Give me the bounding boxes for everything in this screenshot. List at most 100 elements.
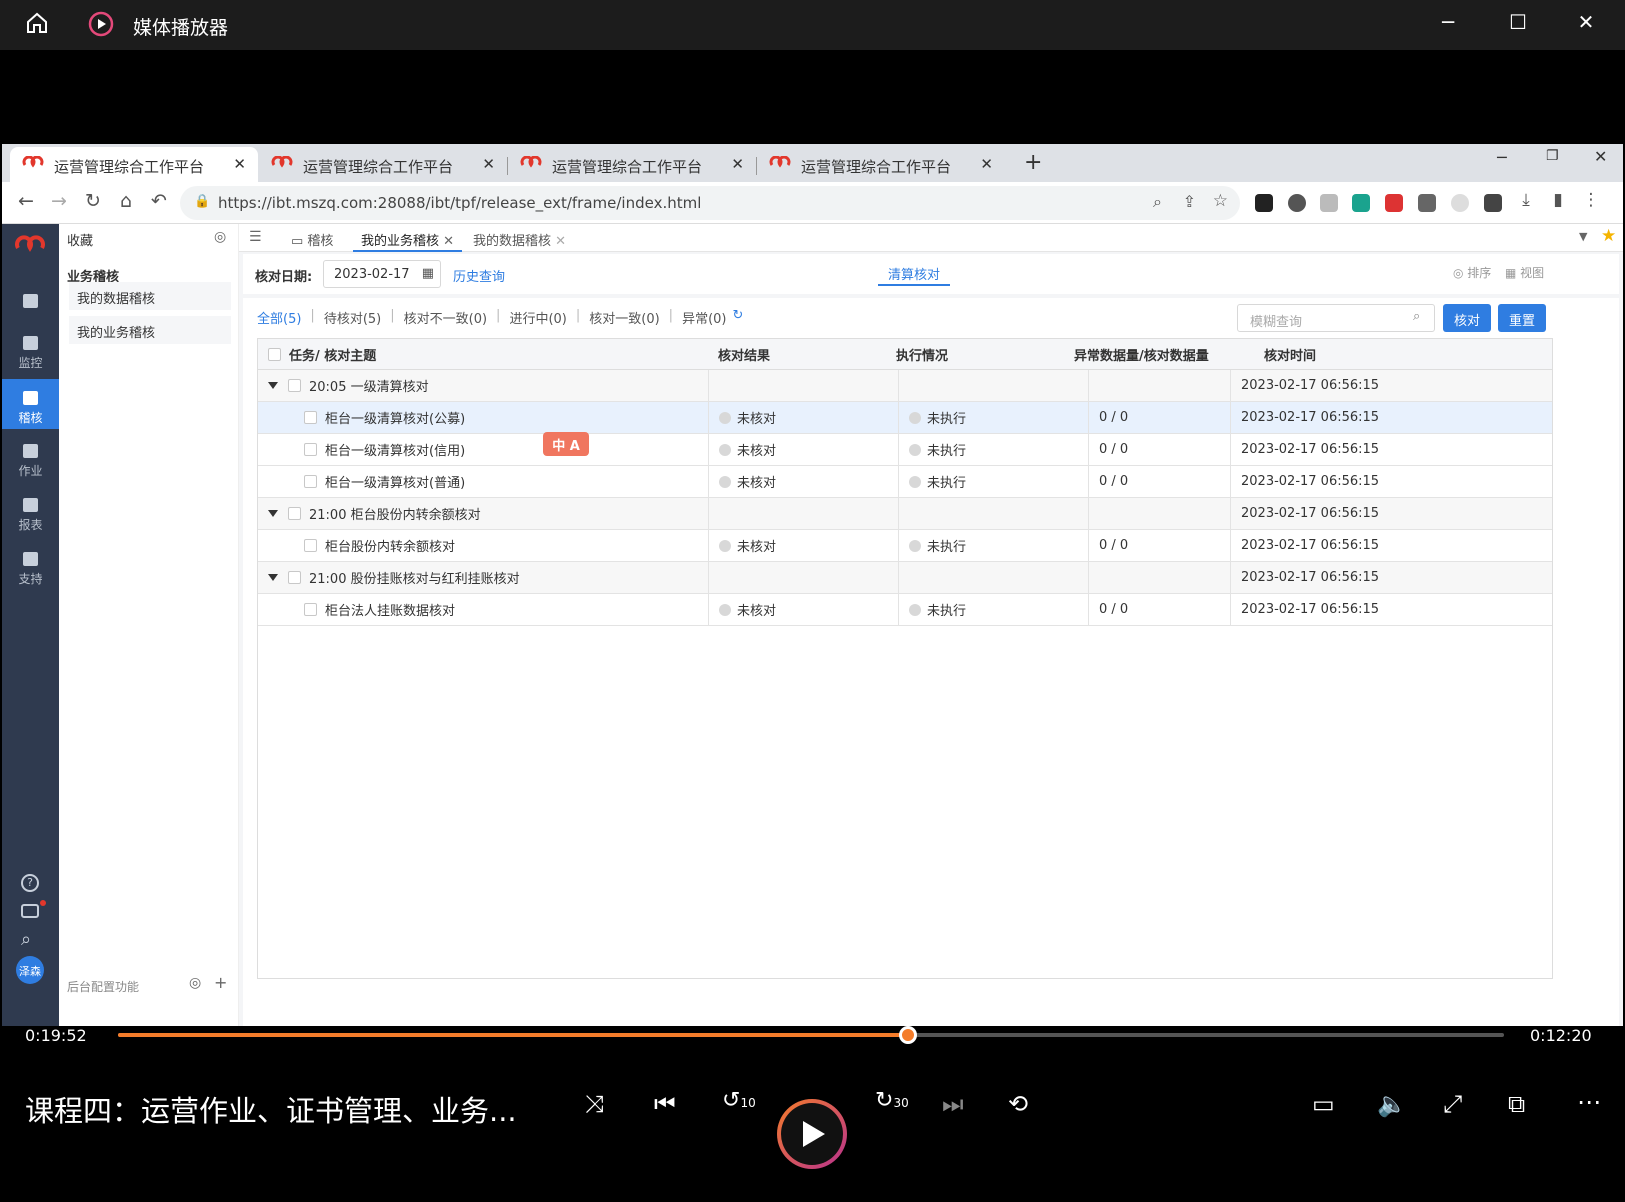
view-button[interactable]: ▦ 视图: [1505, 264, 1544, 281]
date-picker[interactable]: 2023-02-17 ▦: [323, 260, 441, 288]
row-checkbox[interactable]: [288, 507, 301, 520]
new-tab-button[interactable]: +: [1024, 150, 1042, 175]
table-row[interactable]: 柜台一级清算核对(普通) 未核对 未执行 0 / 0 2023-02-17 06…: [258, 466, 1552, 498]
table-row[interactable]: 柜台一级清算核对(信用) 未核对 未执行 0 / 0 2023-02-17 06…: [258, 434, 1552, 466]
minimize-button[interactable]: ─: [1430, 10, 1466, 34]
page-tab-my-business-audit[interactable]: 我的业务稽核 ✕: [353, 224, 463, 252]
row-checkbox[interactable]: [288, 379, 301, 392]
extension-icon[interactable]: [1418, 194, 1436, 212]
page-tab-my-data-audit[interactable]: 我的数据稽核 ✕: [465, 224, 574, 252]
table-row-group[interactable]: 21:00 股份挂账核对与红利挂账核对 2023-02-17 06:56:15: [258, 562, 1552, 594]
star-icon[interactable]: ★: [1601, 226, 1616, 246]
subtitles-icon[interactable]: ▭: [1312, 1090, 1335, 1118]
repeat-off-icon[interactable]: ⟲: [1008, 1090, 1028, 1118]
forward-icon[interactable]: →: [45, 190, 73, 212]
expand-caret-icon[interactable]: [268, 510, 278, 517]
close-tab-icon[interactable]: ✕: [443, 234, 454, 249]
table-row[interactable]: 柜台法人挂账数据核对 未核对 未执行 0 / 0 2023-02-17 06:5…: [258, 594, 1552, 626]
bookmark-star-icon[interactable]: ☆: [1213, 191, 1228, 211]
page-tab-audit[interactable]: ▭ 稽核: [283, 224, 341, 252]
nav-support[interactable]: 支持: [2, 540, 59, 590]
address-bar[interactable]: 🔒 https://ibt.mszq.com:28088/ibt/tpf/rel…: [180, 186, 1240, 220]
close-tab-icon[interactable]: ✕: [482, 155, 495, 173]
fullscreen-icon[interactable]: ⤢: [1443, 1090, 1462, 1118]
filter-match[interactable]: 核对一致(0): [589, 308, 659, 327]
next-icon[interactable]: ⏭: [942, 1090, 964, 1118]
reload-icon[interactable]: ↻: [79, 190, 107, 212]
refresh-icon[interactable]: ↻: [732, 308, 743, 327]
close-tab-icon[interactable]: ✕: [555, 234, 566, 249]
extension-icon[interactable]: [1451, 194, 1469, 212]
help-icon[interactable]: ?: [21, 874, 39, 892]
table-row[interactable]: 柜台股份内转余额核对 未核对 未执行 0 / 0 2023-02-17 06:5…: [258, 530, 1552, 562]
close-tab-icon[interactable]: ✕: [731, 155, 744, 173]
chevron-down-icon[interactable]: ▼: [1579, 230, 1587, 243]
filter-exception[interactable]: 异常(0): [682, 308, 726, 327]
browser-minimize-button[interactable]: ─: [1497, 148, 1507, 167]
history-query-link[interactable]: 历史查询: [453, 266, 505, 285]
browser-restore-button[interactable]: ❐: [1546, 148, 1559, 164]
nav-job[interactable]: 作业: [2, 432, 59, 482]
previous-icon[interactable]: ⏮: [654, 1090, 676, 1118]
avatar[interactable]: 泽森: [16, 956, 44, 984]
extensions-puzzle-icon[interactable]: [1484, 194, 1502, 212]
settings-icon[interactable]: ◎: [214, 229, 226, 245]
sort-button[interactable]: ◎ 排序: [1453, 264, 1491, 281]
row-checkbox[interactable]: [304, 475, 317, 488]
browser-tab-1[interactable]: 运营管理综合工作平台 ✕: [10, 147, 258, 182]
select-all-checkbox[interactable]: [268, 347, 281, 361]
nav-report[interactable]: 报表: [2, 486, 59, 536]
table-row[interactable]: 柜台一级清算核对(公募) 未核对 未执行 0 / 0 2023-02-17 06…: [258, 402, 1552, 434]
home-page-icon[interactable]: ⌂: [112, 190, 140, 212]
check-button[interactable]: 核对: [1443, 304, 1491, 332]
browser-menu-icon[interactable]: ⋮: [1577, 190, 1605, 210]
seek-bar[interactable]: [118, 1026, 1504, 1044]
close-tab-icon[interactable]: ✕: [980, 155, 993, 173]
search-input[interactable]: 模糊查询: [1237, 304, 1435, 332]
tab-settlement-check[interactable]: 清算核对: [878, 260, 950, 286]
sidepanel-item-data-audit[interactable]: 我的数据稽核: [69, 282, 231, 310]
message-icon[interactable]: [21, 904, 39, 918]
browser-tab-4[interactable]: 运营管理综合工作平台 ✕: [757, 147, 1005, 182]
forward-30-button[interactable]: ↻30: [875, 1088, 909, 1113]
expand-caret-icon[interactable]: [268, 382, 278, 389]
filter-mismatch[interactable]: 核对不一致(0): [404, 308, 487, 327]
undo-icon[interactable]: ↶: [145, 190, 173, 212]
row-checkbox[interactable]: [304, 411, 317, 424]
extension-shield-icon[interactable]: [1288, 194, 1306, 212]
nav-audit[interactable]: 稽核: [2, 379, 59, 429]
extension-icon[interactable]: [1255, 194, 1273, 212]
row-checkbox[interactable]: [304, 539, 317, 552]
search-icon[interactable]: ⌕: [21, 929, 31, 950]
nav-monitor[interactable]: 监控: [2, 324, 59, 374]
back-icon[interactable]: ←: [12, 190, 40, 212]
shuffle-icon[interactable]: ⤨: [585, 1090, 604, 1118]
filter-all[interactable]: 全部(5): [257, 308, 301, 327]
sidebar-toggle-icon[interactable]: ▮: [1544, 190, 1572, 210]
close-button[interactable]: ✕: [1568, 10, 1604, 34]
browser-tab-3[interactable]: 运营管理综合工作平台 ✕: [508, 147, 757, 182]
volume-icon[interactable]: 🔈: [1377, 1090, 1407, 1118]
mini-player-icon[interactable]: ⧉: [1508, 1090, 1525, 1118]
row-checkbox[interactable]: [304, 603, 317, 616]
sidepanel-item-business-audit[interactable]: 我的业务稽核: [69, 316, 231, 344]
extension-s-icon[interactable]: [1352, 194, 1370, 212]
table-row-group[interactable]: 21:00 柜台股份内转余额核对 2023-02-17 06:56:15: [258, 498, 1552, 530]
collapse-menu-icon[interactable]: ☰: [249, 229, 262, 245]
home-icon[interactable]: [24, 10, 50, 36]
maximize-button[interactable]: ☐: [1500, 10, 1536, 34]
extension-icon[interactable]: [1385, 194, 1403, 212]
share-icon[interactable]: ⇪: [1183, 192, 1196, 211]
rewind-10-button[interactable]: ↺10: [722, 1088, 756, 1113]
zoom-icon[interactable]: ⌕: [1153, 192, 1162, 212]
download-icon[interactable]: ⤓: [1512, 190, 1540, 210]
play-button[interactable]: [777, 1099, 847, 1169]
row-checkbox[interactable]: [288, 571, 301, 584]
extension-icon[interactable]: [1320, 194, 1338, 212]
browser-close-button[interactable]: ✕: [1594, 147, 1607, 166]
gear-icon[interactable]: ◎: [189, 975, 201, 991]
filter-pending[interactable]: 待核对(5): [324, 308, 381, 327]
close-tab-icon[interactable]: ✕: [233, 155, 246, 173]
browser-tab-2[interactable]: 运营管理综合工作平台 ✕: [259, 147, 508, 182]
expand-caret-icon[interactable]: [268, 574, 278, 581]
